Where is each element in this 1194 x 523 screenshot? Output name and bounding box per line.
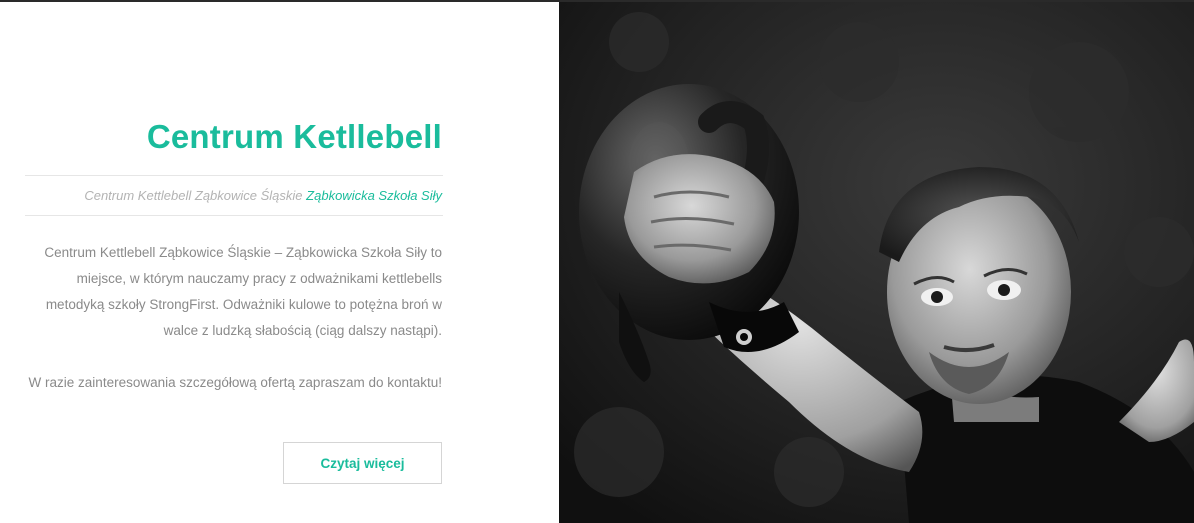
read-more-button[interactable]: Czytaj więcej bbox=[283, 442, 442, 484]
subtitle-plain: Centrum Kettlebell Ząbkowice Śląskie bbox=[84, 188, 303, 203]
description-paragraph-2: W razie zainteresowania szczegółową ofer… bbox=[28, 375, 442, 390]
divider-top bbox=[25, 175, 443, 176]
section-title: Centrum Ketllebell bbox=[146, 118, 442, 155]
section-subtitle: Centrum Kettlebell Ząbkowice Śląskie Ząb… bbox=[84, 188, 442, 203]
divider-bottom bbox=[25, 215, 443, 216]
kettlebell-photo bbox=[559, 2, 1194, 523]
subtitle-accent: Ząbkowicka Szkoła Siły bbox=[306, 188, 442, 203]
section-description: Centrum Kettlebell Ząbkowice Śląskie – Z… bbox=[25, 240, 442, 396]
description-paragraph-1: Centrum Kettlebell Ząbkowice Śląskie – Z… bbox=[44, 245, 442, 338]
about-section: Centrum Ketllebell Centrum Kettlebell Zą… bbox=[0, 2, 559, 523]
